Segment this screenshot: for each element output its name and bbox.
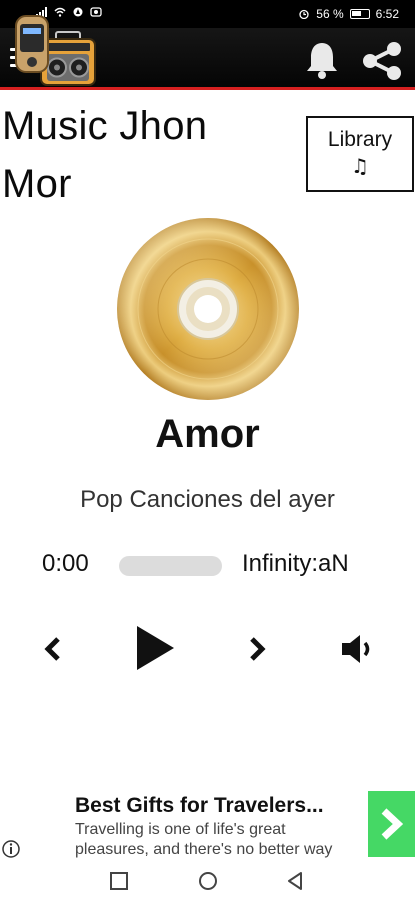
album-disc-art: [117, 218, 299, 400]
status-time: 6:52: [375, 7, 399, 21]
library-button-label: Library: [327, 128, 393, 151]
status-right: 56 % 6:52: [298, 7, 399, 21]
alarm-icon: [299, 9, 309, 19]
camera-icon: [90, 7, 102, 17]
wifi-icon: [54, 7, 66, 17]
battery-percent: 56 %: [316, 7, 344, 21]
back-icon[interactable]: [284, 870, 306, 892]
status-bar: 56 % 6:52: [0, 0, 415, 28]
previous-icon[interactable]: [40, 634, 64, 664]
bell-icon[interactable]: [304, 40, 340, 80]
battery-icon: [349, 9, 370, 19]
progress-slider[interactable]: [119, 556, 222, 576]
next-icon[interactable]: [246, 634, 270, 664]
system-nav-bar: [0, 860, 415, 900]
ad-cta-button[interactable]: [368, 791, 415, 857]
recents-icon[interactable]: [108, 870, 130, 892]
ad-info-icon[interactable]: [2, 840, 20, 858]
total-time: Infinity:aN: [242, 550, 349, 577]
song-title: Amor: [155, 412, 260, 456]
library-button[interactable]: Library ♫: [306, 116, 414, 192]
music-note-icon: ♫: [351, 154, 369, 178]
ad-product-image: [15, 15, 49, 73]
song-subtitle: Pop Canciones del ayer: [80, 486, 335, 513]
alert-icon: [73, 7, 83, 17]
ad-title: Best Gifts for Travelers...: [75, 794, 324, 817]
home-icon[interactable]: [197, 870, 219, 892]
share-icon[interactable]: [360, 40, 404, 82]
ad-body-text: Travelling is one of life's great pleasu…: [75, 821, 333, 858]
page-title: Music Jhon Mor: [2, 104, 208, 206]
play-icon[interactable]: [134, 624, 176, 672]
app-bar: [0, 28, 415, 90]
volume-icon[interactable]: [338, 630, 378, 668]
current-time: 0:00: [42, 550, 89, 577]
chevron-right-icon: [381, 808, 404, 840]
